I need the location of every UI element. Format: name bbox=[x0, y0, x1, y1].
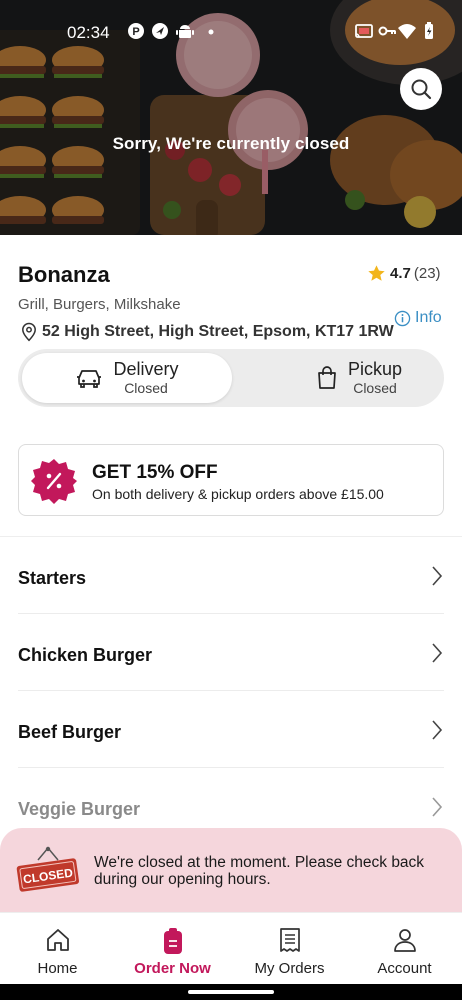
nav-label: Order Now bbox=[134, 960, 211, 977]
restaurant-rating: 4.7 (23) bbox=[367, 264, 441, 283]
nav-account[interactable]: Account bbox=[347, 913, 462, 985]
android-icon bbox=[176, 25, 194, 38]
rating-count: (23) bbox=[413, 265, 441, 282]
nav-my-orders[interactable]: My Orders bbox=[232, 913, 347, 985]
status-bar: 02:34 P bbox=[0, 0, 462, 62]
percent-badge-icon bbox=[31, 459, 77, 504]
closed-message: We're closed at the moment. Please check… bbox=[94, 854, 425, 888]
chevron-right-icon bbox=[432, 566, 443, 586]
category-label: Beef Burger bbox=[18, 722, 122, 742]
restaurant-cuisine: Grill, Burgers, Milkshake bbox=[18, 296, 181, 313]
chevron-right-icon bbox=[432, 643, 443, 663]
cast-icon bbox=[355, 24, 373, 38]
offer-card[interactable]: GET 15% OFF On both delivery & pickup or… bbox=[18, 444, 444, 516]
category-row-beef-burger[interactable]: Beef Burger bbox=[0, 691, 462, 768]
rating-value: 4.7 bbox=[390, 265, 411, 282]
bottom-nav: Home Order Now My Orders Account bbox=[0, 912, 462, 984]
restaurant-address: 52 High Street, High Street, Epsom, KT17… bbox=[20, 322, 394, 342]
location-pin-icon bbox=[22, 322, 36, 342]
location-arrow-icon bbox=[152, 23, 168, 39]
delivery-option[interactable]: Delivery Closed bbox=[22, 353, 232, 403]
nav-label: Account bbox=[377, 960, 432, 977]
chevron-right-icon bbox=[432, 797, 443, 817]
shopping-bag-icon bbox=[318, 366, 336, 389]
hero-banner: 02:34 P Sorry, We're currently closed bbox=[0, 0, 462, 235]
offer-title: GET 15% OFF bbox=[92, 462, 218, 483]
info-icon bbox=[394, 310, 411, 326]
nav-order-now[interactable]: Order Now bbox=[115, 913, 230, 985]
letter-p-icon: P bbox=[128, 23, 144, 39]
battery-icon bbox=[425, 22, 433, 39]
closed-sign-icon: CLOSED bbox=[16, 846, 79, 892]
pickup-option[interactable]: Pickup Closed bbox=[254, 353, 462, 403]
search-button[interactable] bbox=[400, 68, 442, 110]
category-label: Chicken Burger bbox=[18, 645, 153, 665]
gesture-handle[interactable] bbox=[188, 990, 274, 994]
chevron-right-icon bbox=[432, 720, 443, 740]
info-link[interactable]: Info bbox=[394, 309, 442, 327]
gesture-bar bbox=[0, 984, 462, 1000]
nav-home[interactable]: Home bbox=[0, 913, 115, 985]
nav-label: Home bbox=[37, 960, 78, 977]
category-label: Starters bbox=[18, 568, 87, 588]
svg-text:P: P bbox=[132, 26, 139, 38]
restaurant-name: Bonanza bbox=[18, 262, 110, 287]
nav-label: My Orders bbox=[254, 960, 325, 977]
closed-banner-text: Sorry, We're currently closed bbox=[112, 134, 350, 153]
star-icon bbox=[368, 265, 385, 281]
delivery-pickup-toggle: Delivery Closed Pickup Closed bbox=[18, 349, 444, 407]
delivery-label: Delivery bbox=[113, 359, 179, 379]
category-row-chicken-burger[interactable]: Chicken Burger bbox=[0, 614, 462, 691]
pickup-status: Closed bbox=[353, 380, 397, 396]
dot-icon bbox=[208, 29, 214, 35]
address-text: 52 High Street, High Street, Epsom, KT17… bbox=[42, 323, 394, 340]
receipt-icon bbox=[279, 928, 300, 952]
pickup-label: Pickup bbox=[347, 359, 403, 379]
search-icon bbox=[411, 79, 432, 100]
order-icon bbox=[163, 928, 182, 954]
vpn-key-icon bbox=[378, 26, 396, 36]
home-icon bbox=[46, 929, 69, 951]
delivery-status: Closed bbox=[124, 380, 168, 396]
category-label: Veggie Burger bbox=[18, 799, 141, 819]
wifi-icon bbox=[398, 24, 416, 39]
category-row-starters[interactable]: Starters bbox=[0, 537, 462, 614]
status-time: 02:34 bbox=[67, 23, 110, 42]
user-icon bbox=[393, 929, 416, 952]
car-icon bbox=[77, 370, 102, 388]
info-label: Info bbox=[415, 309, 442, 326]
offer-subtitle: On both delivery & pickup orders above £… bbox=[92, 486, 384, 502]
closed-notice: CLOSED We're closed at the moment. Pleas… bbox=[0, 828, 462, 912]
